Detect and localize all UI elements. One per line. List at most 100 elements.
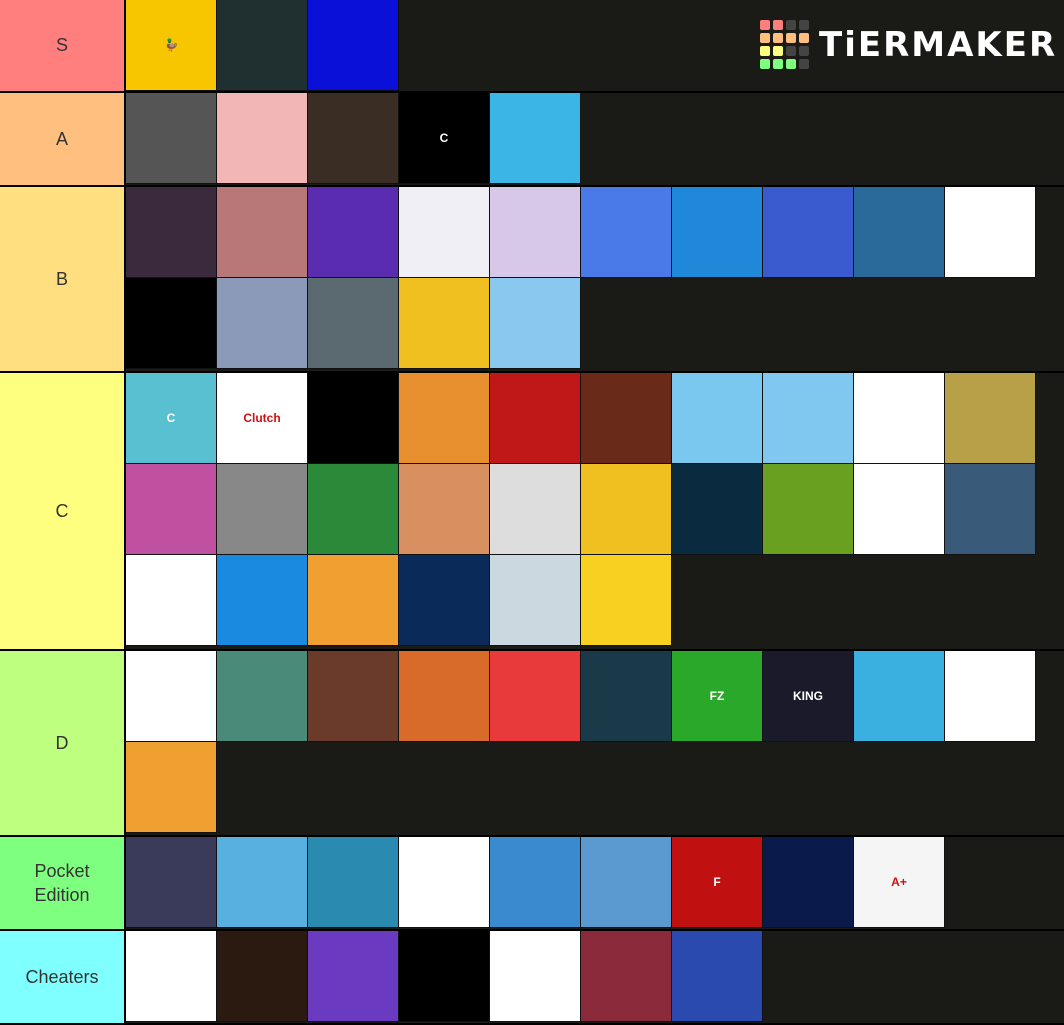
finn-avatar[interactable] xyxy=(217,93,308,184)
boy-red-shirt-avatar[interactable] xyxy=(763,464,854,555)
blue-block-avatar[interactable] xyxy=(581,187,672,278)
bunny-avatar[interactable] xyxy=(763,373,854,464)
horned-alien-avatar[interactable] xyxy=(126,837,217,928)
white-block-avatar[interactable] xyxy=(308,555,399,646)
tier-items: C xyxy=(126,93,1064,185)
blue-robot-avatar[interactable] xyxy=(763,837,854,928)
duck-avatar[interactable]: 🦆 xyxy=(126,0,217,91)
wink-boy-avatar[interactable] xyxy=(854,651,945,742)
purple-gamer-skin-avatar[interactable] xyxy=(308,931,399,1022)
tornado-logo-avatar[interactable] xyxy=(672,464,763,555)
nyan-pig-avatar[interactable] xyxy=(399,555,490,646)
flaming-sword-avatar[interactable] xyxy=(581,373,672,464)
cartoon-boy-avatar[interactable] xyxy=(308,464,399,555)
logo-grid-cell xyxy=(786,59,796,69)
red-demon-skin-avatar[interactable] xyxy=(490,373,581,464)
king-jones-avatar[interactable]: KING xyxy=(763,651,854,742)
tier-label[interactable]: Cheaters xyxy=(0,931,126,1023)
seal-photo-avatar[interactable] xyxy=(854,187,945,278)
crowned-boy-avatar[interactable] xyxy=(672,931,763,1022)
green-laugh-avatar[interactable] xyxy=(581,651,672,742)
orange-block-avatar[interactable] xyxy=(399,373,490,464)
green-slime-avatar[interactable] xyxy=(490,278,581,369)
darkrai-avatar[interactable] xyxy=(126,651,217,742)
sunglasses-man-avatar[interactable] xyxy=(217,931,308,1022)
lemur-avatar[interactable] xyxy=(308,187,399,278)
anime-girl-avatar[interactable] xyxy=(126,187,217,278)
blue-square-avatar[interactable] xyxy=(308,0,399,91)
black-avatar[interactable] xyxy=(126,278,217,369)
logo-grid-cell xyxy=(786,20,796,30)
suit-skin-avatar[interactable] xyxy=(399,837,490,928)
sunglasses-skin-avatar[interactable] xyxy=(217,555,308,646)
red-face-gamer-avatar[interactable] xyxy=(672,187,763,278)
vegeta-avatar[interactable] xyxy=(308,837,399,928)
mirror-selfie-avatar[interactable] xyxy=(308,278,399,369)
tier-row: B xyxy=(0,187,1064,373)
anime-spiky-hair-avatar[interactable] xyxy=(217,0,308,91)
diamond-logo-avatar[interactable] xyxy=(945,464,1036,555)
logo-grid-icon xyxy=(760,20,809,69)
tiermaker-logo[interactable]: TiERMAKER xyxy=(760,20,1057,69)
white-avatar-3[interactable] xyxy=(490,931,581,1022)
anime-boy-red-avatar[interactable] xyxy=(126,464,217,555)
ninja-helmet-avatar[interactable] xyxy=(126,93,217,184)
black-avatar[interactable] xyxy=(308,373,399,464)
tier-items: FZ KING xyxy=(126,651,1064,835)
tier-label[interactable]: D xyxy=(0,651,126,835)
seal-avatar[interactable] xyxy=(217,651,308,742)
anime-street-avatar[interactable] xyxy=(217,278,308,369)
masked-gamer-avatar[interactable] xyxy=(581,464,672,555)
enderman-avatar[interactable] xyxy=(399,931,490,1022)
purple-cat-avatar[interactable] xyxy=(217,837,308,928)
bear-cartoon-avatar[interactable] xyxy=(581,837,672,928)
purple-hair-mask-avatar[interactable] xyxy=(945,187,1036,278)
red-demon-avatar[interactable] xyxy=(581,931,672,1022)
headphones-mask-avatar[interactable] xyxy=(399,278,490,369)
yellow-block-face-avatar[interactable] xyxy=(581,555,672,646)
logo-grid-cell xyxy=(773,46,783,56)
crown-skin-avatar[interactable] xyxy=(763,187,854,278)
fox-girl-avatar[interactable] xyxy=(399,464,490,555)
cow-skin-avatar[interactable] xyxy=(308,93,399,184)
logo-grid-cell xyxy=(786,33,796,43)
tier-label[interactable]: Pocket Edition xyxy=(0,837,126,929)
cat-hood-avatar[interactable] xyxy=(490,187,581,278)
tier-label[interactable]: B xyxy=(0,187,126,371)
logo-grid-cell xyxy=(799,46,809,56)
tier-label[interactable]: A xyxy=(0,93,126,185)
pizza-cartoon-avatar[interactable] xyxy=(399,651,490,742)
tier-row: AC xyxy=(0,93,1064,187)
tier-label[interactable]: C xyxy=(0,373,126,649)
cow-cartoon-avatar[interactable] xyxy=(126,931,217,1022)
brown-skin-avatar[interactable] xyxy=(308,651,399,742)
a-plus-avatar[interactable]: A+ xyxy=(854,837,945,928)
lemon-man-avatar[interactable] xyxy=(945,651,1036,742)
glasses-cartoon-avatar[interactable] xyxy=(490,651,581,742)
top-hat-ghost-avatar[interactable] xyxy=(672,373,763,464)
faceless-avatar[interactable] xyxy=(126,555,217,646)
c-logo-avatar[interactable]: C xyxy=(399,93,490,184)
tier-items xyxy=(126,187,1064,371)
c-landscape-avatar[interactable]: C xyxy=(126,373,217,464)
bw-girl-avatar[interactable] xyxy=(217,464,308,555)
pink-hat-avatar[interactable] xyxy=(217,187,308,278)
purple-cube-avatar[interactable] xyxy=(399,187,490,278)
tier-label[interactable]: S xyxy=(0,0,126,91)
angry-boy-avatar[interactable] xyxy=(126,742,217,833)
logo-grid-cell xyxy=(773,59,783,69)
clutch-sos-avatar[interactable]: Clutch xyxy=(217,373,308,464)
fz-logo-avatar[interactable]: FZ xyxy=(672,651,763,742)
white-avatar[interactable] xyxy=(854,373,945,464)
gingerbread-avatar[interactable] xyxy=(490,93,581,184)
blonde-skin-avatar[interactable] xyxy=(945,373,1036,464)
polar-bear-avatar[interactable] xyxy=(490,555,581,646)
green-hoodie-skin-avatar[interactable] xyxy=(490,464,581,555)
red-f-logo-avatar[interactable]: F xyxy=(672,837,763,928)
white-avatar-2[interactable] xyxy=(854,464,945,555)
panda-crown-avatar[interactable] xyxy=(490,837,581,928)
logo-text: TiERMAKER xyxy=(819,24,1058,65)
tier-row: C C Clutch xyxy=(0,373,1064,651)
tier-items: F A+ xyxy=(126,837,1064,929)
tier-items: C Clutch xyxy=(126,373,1064,649)
